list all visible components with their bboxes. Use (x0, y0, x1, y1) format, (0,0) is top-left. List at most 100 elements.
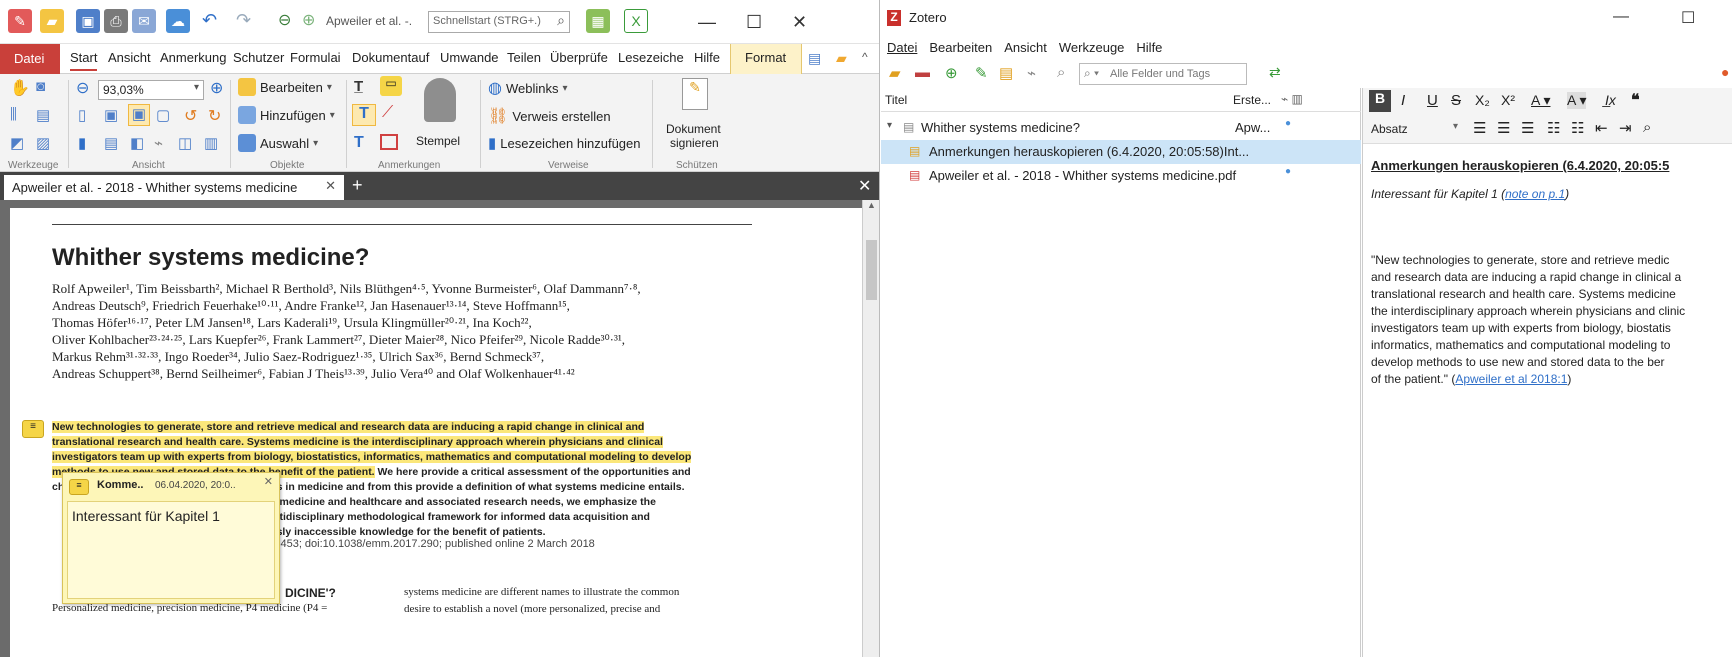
attachment-icon[interactable]: ⌁ (1027, 64, 1036, 82)
outdent-icon[interactable]: ⇤ (1595, 119, 1608, 137)
excel-icon[interactable]: X (624, 9, 648, 33)
superscript-icon[interactable]: X² (1501, 92, 1515, 108)
line-tool-icon[interactable]: ⟋ (382, 104, 393, 122)
email-icon[interactable]: ✉ (132, 9, 156, 33)
scroll-up-icon[interactable]: ▲ (867, 200, 876, 210)
tab-annotation[interactable]: Anmerkung (160, 50, 226, 65)
text-tool-icon[interactable]: T̲ (354, 78, 363, 95)
subscript-icon[interactable]: X₂ (1475, 92, 1490, 108)
attachment-column-icon[interactable]: ⌁ ▥ (1281, 92, 1303, 106)
bullet-list-icon[interactable]: ☷ (1547, 119, 1560, 137)
tab-share[interactable]: Teilen (507, 50, 541, 65)
create-link-button[interactable]: ⛓ Verweis erstellen (488, 106, 611, 126)
typewriter-icon[interactable]: T (352, 104, 376, 126)
weblinks-button[interactable]: ◍ Weblinks ▾ (488, 78, 568, 98)
add-by-identifier-icon[interactable]: ✎ (975, 64, 988, 82)
select-button[interactable]: Auswahl ▾ (238, 134, 318, 152)
find-replace-icon[interactable]: ⌕ (1643, 119, 1651, 136)
textbox-icon[interactable]: T (354, 134, 364, 152)
tab-review[interactable]: Überprüfe (550, 50, 608, 65)
note-page-link[interactable]: note on p.1 (1505, 187, 1565, 201)
tree-row[interactable]: ▤ Apweiler et al. - 2018 - Whither syste… (881, 164, 1361, 188)
cloud-upload-icon[interactable]: ☁ (166, 9, 190, 33)
paragraph-format-select[interactable]: Absatz (1371, 122, 1408, 136)
tab-start[interactable]: Start (70, 50, 98, 71)
tab-bookmarks[interactable]: Lesezeiche (618, 50, 684, 65)
hand-tool-icon[interactable]: ✋ (10, 78, 30, 98)
comment-text-area[interactable]: Interessant für Kapitel 1 (67, 501, 275, 599)
sync-icon[interactable]: ⇄ (1269, 64, 1281, 81)
fit-page-icon[interactable]: ▣ (104, 106, 118, 124)
highlighted-text[interactable]: investigators team up with experts from … (52, 451, 692, 463)
column-title[interactable]: Titel (885, 93, 907, 107)
highlighted-text[interactable]: translational research and health care. … (52, 436, 663, 448)
comment-popup[interactable]: ≡ Komme.. 06.04.2020, 20:0.. ✕ Interessa… (62, 472, 280, 604)
blockquote-icon[interactable]: ❝ (1631, 90, 1640, 110)
menu-tools[interactable]: Werkzeuge (1059, 40, 1125, 55)
close-popup-icon[interactable]: ✕ (264, 475, 273, 488)
select-text-icon[interactable]: ⫼ (10, 106, 17, 123)
align-left-icon[interactable]: ☰ (1473, 119, 1486, 137)
clipboard-icon[interactable]: ▤ (36, 106, 50, 124)
single-page-icon[interactable]: ▯ (78, 106, 86, 124)
back-icon[interactable]: ⊖ (278, 10, 291, 30)
rotate-left-icon[interactable]: ↺ (184, 106, 197, 126)
folder-icon[interactable]: ▰ (836, 50, 847, 67)
sign-document-button[interactable]: ✎ Dokument signieren (660, 78, 732, 156)
rectangle-icon[interactable] (380, 134, 398, 150)
collapse-ribbon-icon[interactable]: ^ (862, 50, 868, 64)
strikethrough-icon[interactable]: S (1451, 92, 1461, 109)
new-item-icon[interactable]: ⊕ (945, 64, 958, 82)
undo-icon[interactable]: ↶ (202, 10, 217, 31)
tab-help[interactable]: Hilfe (694, 50, 720, 65)
maximize-icon[interactable]: ☐ (1681, 8, 1695, 28)
search-field[interactable]: ⌕ ▾ Alle Felder und Tags (1079, 63, 1247, 85)
new-tab-icon[interactable]: + (352, 175, 363, 196)
menu-view[interactable]: Ansicht (1004, 40, 1047, 55)
comment-icon[interactable]: ▭ (380, 76, 402, 96)
stamp-button[interactable]: Stempel (412, 78, 472, 154)
align-center-icon[interactable]: ☰ (1497, 119, 1510, 137)
save-icon[interactable]: ▣ (76, 9, 100, 33)
new-collection-icon[interactable]: ▰ (889, 64, 901, 82)
close-document-icon[interactable]: ✕ (858, 176, 871, 196)
forward-icon[interactable]: ⊕ (302, 10, 315, 30)
bookmark-icon[interactable]: ▮ (78, 134, 86, 152)
zoom-select[interactable]: 93,03% ▾ (98, 80, 204, 100)
align-right-icon[interactable]: ☰ (1521, 119, 1534, 137)
split-view-icon[interactable]: ◫ (178, 134, 192, 152)
close-icon[interactable]: ✕ (792, 12, 807, 33)
quick-search-box[interactable]: Schnellstart (STRG+.) ⌕ (428, 11, 570, 33)
page-view-icon[interactable]: ▤ (104, 134, 118, 152)
close-tab-icon[interactable]: ✕ (325, 178, 336, 194)
underline-icon[interactable]: U (1427, 92, 1438, 109)
note-quote[interactable]: "New technologies to generate, store and… (1371, 252, 1731, 388)
add-button[interactable]: Hinzufügen ▾ (238, 106, 335, 124)
error-icon[interactable]: ● (1721, 64, 1729, 80)
tab-protect[interactable]: Schutzer (233, 50, 284, 65)
compare-icon[interactable]: ▥ (204, 134, 218, 152)
highlighted-text[interactable]: New technologies to generate, store and … (52, 421, 645, 433)
fit-width-icon[interactable]: ▣ (128, 104, 150, 126)
attachment-icon[interactable]: ⌁ (154, 134, 163, 152)
open-folder-icon[interactable]: ▰ (40, 9, 64, 33)
tab-document[interactable]: Dokumentauf (352, 50, 429, 65)
tools-icon[interactable]: ▦ (586, 9, 610, 33)
italic-icon[interactable]: I (1401, 92, 1405, 109)
search-icon[interactable]: ⌕ (557, 12, 565, 29)
minimize-icon[interactable]: — (1613, 8, 1629, 26)
vertical-scrollbar[interactable]: ▲ (862, 200, 879, 657)
scrollbar-thumb[interactable] (866, 240, 877, 300)
rotate-right-icon[interactable]: ↻ (208, 106, 221, 126)
tree-row-selected[interactable]: ▤ Anmerkungen herauskopieren (6.4.2020, … (881, 140, 1361, 164)
column-creator[interactable]: Erste... (1233, 93, 1271, 107)
tab-view[interactable]: Ansicht (108, 50, 151, 65)
maximize-icon[interactable]: ☐ (746, 12, 762, 33)
zoom-area-icon[interactable]: ▨ (36, 134, 50, 152)
layers-icon[interactable]: ◧ (130, 134, 144, 152)
tab-file[interactable]: Datei (0, 44, 60, 74)
print-icon[interactable]: ⎙ (104, 9, 128, 33)
zoom-in-icon[interactable]: ⊕ (210, 78, 223, 98)
numbered-list-icon[interactable]: ☷ (1571, 119, 1584, 137)
tab-format[interactable]: Format (730, 44, 802, 74)
